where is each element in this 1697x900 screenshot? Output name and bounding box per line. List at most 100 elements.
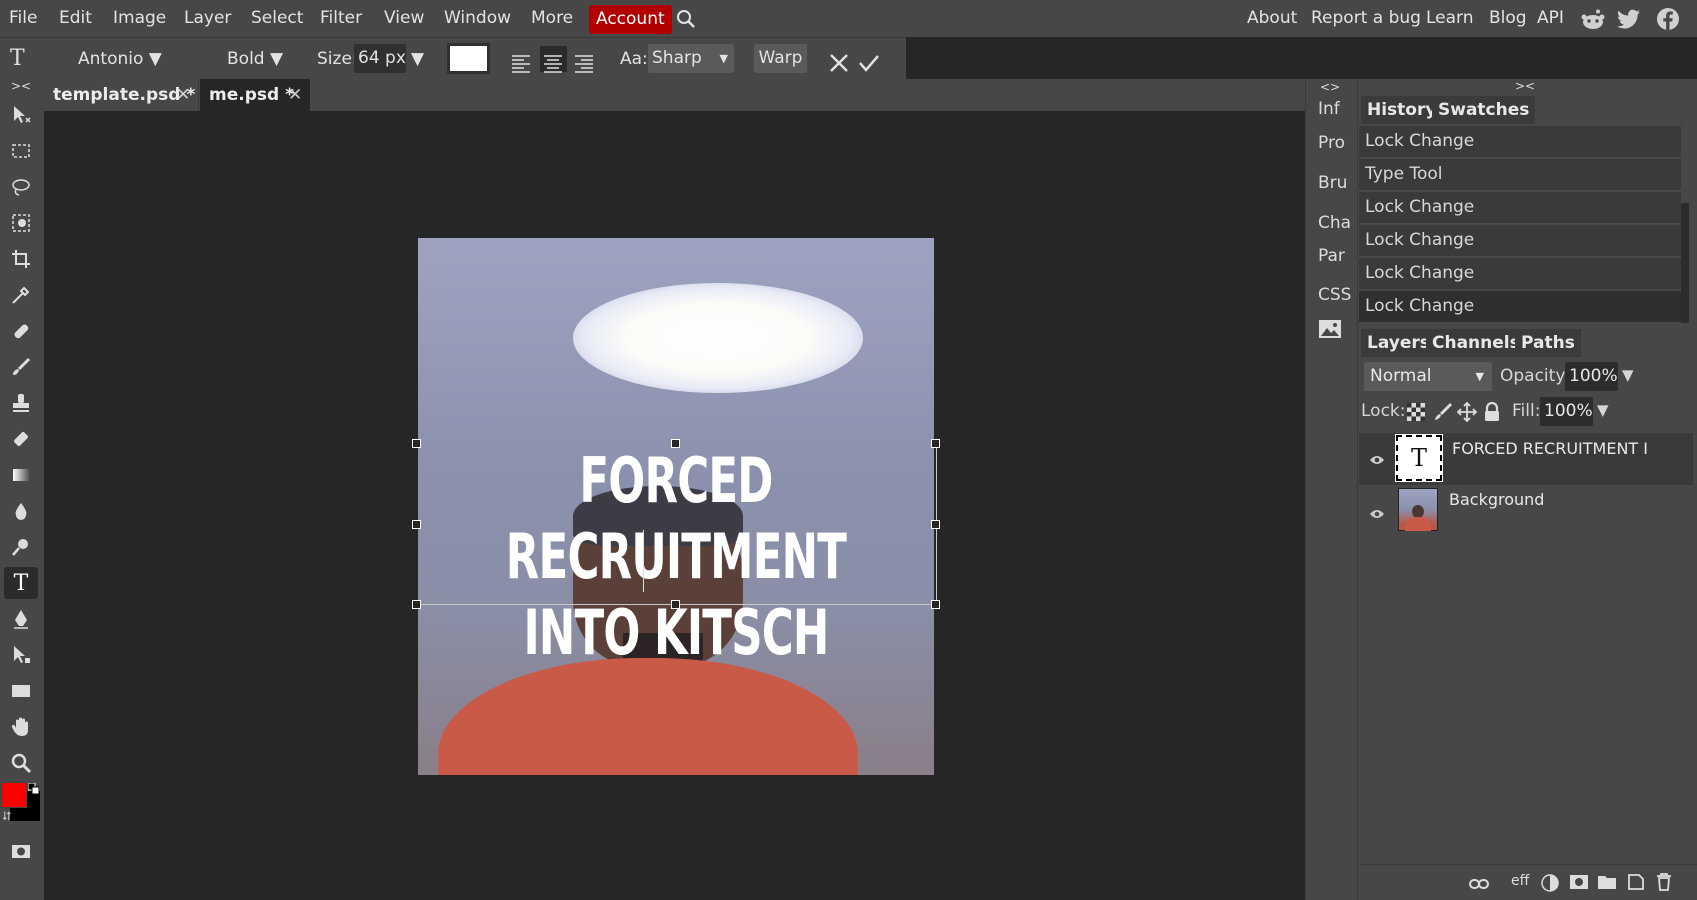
dodge-tool-icon[interactable]: [4, 531, 38, 563]
menu-file[interactable]: File: [9, 0, 37, 37]
default-colors-icon[interactable]: [27, 779, 40, 795]
menu-select[interactable]: Select: [251, 0, 303, 37]
facebook-icon[interactable]: [1656, 7, 1680, 31]
fill-dropdown-icon[interactable]: ▼: [1597, 401, 1609, 419]
font-family-select[interactable]: Antonio ▼: [78, 38, 162, 80]
tab-me-psd[interactable]: me.psd * ✕: [200, 79, 310, 111]
menu-edit[interactable]: Edit: [59, 0, 92, 37]
menu-image[interactable]: Image: [113, 0, 166, 37]
eraser-tool-icon[interactable]: [4, 423, 38, 455]
expand-toggle-icon[interactable]: <>: [1320, 80, 1340, 94]
opacity-input[interactable]: 100%: [1565, 362, 1618, 391]
history-entry[interactable]: Lock Change: [1359, 126, 1681, 158]
tab-swatches[interactable]: Swatches: [1432, 96, 1536, 124]
history-entry[interactable]: Lock Change: [1359, 258, 1681, 290]
transform-handle[interactable]: [412, 520, 421, 529]
type-tool-button[interactable]: T: [4, 567, 38, 599]
history-scrollbar[interactable]: [1681, 203, 1689, 323]
link-learn[interactable]: Learn: [1426, 0, 1474, 37]
menu-view[interactable]: View: [384, 0, 424, 37]
shape-tool-icon[interactable]: [4, 675, 38, 707]
tab-template-psd[interactable]: template.psd * ✕: [44, 79, 199, 111]
lasso-tool-icon[interactable]: [4, 171, 38, 203]
path-select-tool-icon[interactable]: [4, 639, 38, 671]
commit-check-icon[interactable]: [858, 48, 880, 72]
stamp-tool-icon[interactable]: [4, 387, 38, 419]
link-layers-icon[interactable]: [1469, 876, 1489, 895]
quick-select-tool-icon[interactable]: [4, 207, 38, 239]
link-about[interactable]: About: [1247, 0, 1297, 37]
blend-mode-select[interactable]: Normal ▼: [1364, 362, 1492, 391]
pen-tool-icon[interactable]: [4, 603, 38, 635]
menu-more[interactable]: More: [531, 0, 573, 37]
eye-icon[interactable]: [1369, 451, 1385, 470]
collapse-toggle-icon[interactable]: ><: [1515, 79, 1535, 93]
transform-handle[interactable]: [412, 600, 421, 609]
transform-handle[interactable]: [931, 439, 940, 448]
image-panel-icon[interactable]: [1318, 319, 1342, 343]
lock-position-icon[interactable]: [1456, 401, 1478, 426]
antialias-select[interactable]: Sharp ▼: [648, 44, 734, 73]
history-entry[interactable]: Type Tool: [1359, 159, 1681, 191]
eyedropper-tool-icon[interactable]: [4, 279, 38, 311]
collapse-toggle-icon[interactable]: ><: [11, 79, 31, 93]
menu-window[interactable]: Window: [444, 0, 511, 37]
panel-character-button[interactable]: Cha: [1318, 213, 1351, 233]
align-center-icon[interactable]: [540, 46, 567, 73]
layer-row-background[interactable]: Background: [1359, 485, 1693, 537]
transform-handle[interactable]: [671, 600, 680, 609]
foreground-color-swatch[interactable]: [1, 782, 27, 808]
lock-all-icon[interactable]: [1483, 401, 1501, 426]
panel-info-button[interactable]: Inf: [1318, 99, 1340, 119]
search-icon[interactable]: [676, 9, 696, 29]
link-report-bug[interactable]: Report a bug: [1311, 0, 1421, 37]
warp-button[interactable]: Warp: [754, 44, 807, 73]
font-weight-select[interactable]: Bold ▼: [227, 38, 283, 80]
menu-filter[interactable]: Filter: [320, 0, 362, 37]
new-layer-icon[interactable]: [1627, 873, 1645, 895]
transform-handle[interactable]: [931, 600, 940, 609]
mask-icon[interactable]: [1569, 874, 1589, 894]
hand-tool-icon[interactable]: [4, 711, 38, 743]
lock-pixels-icon[interactable]: [1433, 402, 1453, 426]
new-group-folder-icon[interactable]: [1597, 874, 1617, 894]
effects-icon[interactable]: eff: [1511, 873, 1529, 889]
align-left-icon[interactable]: [510, 48, 532, 73]
brush-tool-icon[interactable]: [4, 351, 38, 383]
link-blog[interactable]: Blog: [1489, 0, 1527, 37]
gradient-tool-icon[interactable]: [4, 459, 38, 491]
delete-layer-icon[interactable]: [1655, 873, 1673, 895]
adjustment-layer-icon[interactable]: [1541, 874, 1559, 896]
reddit-icon[interactable]: [1580, 8, 1606, 30]
fill-input[interactable]: 100%: [1540, 397, 1593, 426]
align-right-icon[interactable]: [573, 48, 595, 73]
font-size-dropdown[interactable]: ▼: [411, 38, 424, 80]
close-icon[interactable]: ✕: [176, 79, 190, 111]
blur-tool-icon[interactable]: [4, 495, 38, 527]
panel-css-button[interactable]: CSS: [1318, 285, 1351, 305]
opacity-dropdown-icon[interactable]: ▼: [1622, 366, 1634, 384]
tab-history[interactable]: History: [1361, 96, 1443, 124]
quick-mask-icon[interactable]: [4, 835, 38, 867]
swap-colors-icon[interactable]: ⮃: [2, 809, 12, 824]
tab-channels[interactable]: Channels: [1426, 329, 1526, 357]
account-button[interactable]: Account: [589, 5, 672, 34]
tab-layers[interactable]: Layers: [1361, 329, 1436, 357]
tab-paths[interactable]: Paths: [1515, 329, 1581, 357]
panel-paragraph-button[interactable]: Par: [1318, 246, 1345, 266]
zoom-tool-icon[interactable]: [4, 747, 38, 779]
text-color-swatch[interactable]: [447, 43, 490, 74]
history-entry[interactable]: Lock Change: [1359, 225, 1681, 257]
marquee-tool-icon[interactable]: [4, 135, 38, 167]
panel-brush-button[interactable]: Bru: [1318, 173, 1347, 193]
layer-row-text[interactable]: T FORCED RECRUITMENT I: [1359, 433, 1693, 485]
close-icon[interactable]: ✕: [288, 79, 302, 111]
history-entry[interactable]: Lock Change: [1359, 192, 1681, 224]
lock-transparency-icon[interactable]: [1407, 403, 1425, 425]
cancel-icon[interactable]: [828, 48, 850, 72]
eye-icon[interactable]: [1369, 505, 1385, 524]
transform-handle[interactable]: [931, 520, 940, 529]
link-api[interactable]: API: [1537, 0, 1564, 37]
transform-handle[interactable]: [412, 439, 421, 448]
transform-handle[interactable]: [671, 439, 680, 448]
